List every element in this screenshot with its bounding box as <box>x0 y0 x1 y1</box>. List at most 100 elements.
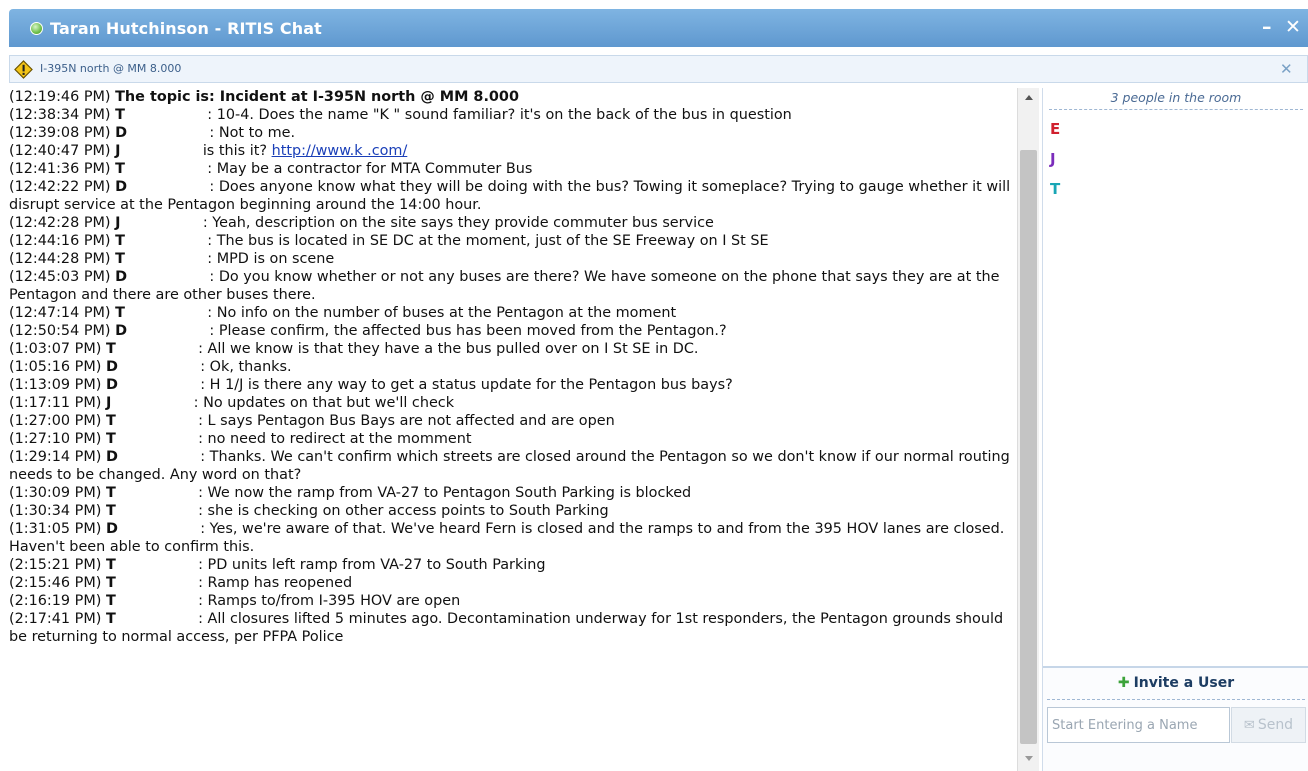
message-sender[interactable]: D <box>115 323 127 339</box>
message-timestamp: (12:44:16 PM) <box>9 233 111 249</box>
send-label: Send <box>1257 717 1294 733</box>
chat-message: (1:17:11 PM) J : No updates on that but … <box>9 394 1017 412</box>
chat-message: (12:40:47 PM) J is this it? http://www.k… <box>9 142 1017 160</box>
chat-message: (2:16:19 PM) T : Ramps to/from I-395 HOV… <box>9 592 1017 610</box>
invite-panel: ✚Invite a User ✉Send <box>1043 666 1308 771</box>
message-text: : Yeah, description on the site says the… <box>202 215 714 231</box>
chat-scrollbar[interactable] <box>1017 88 1039 771</box>
message-timestamp: (1:30:09 PM) <box>9 485 102 501</box>
chat-message: (2:15:46 PM) T : Ramp has reopened <box>9 574 1017 592</box>
message-text: : MPD is on scene <box>207 251 335 267</box>
scroll-down-arrow-icon[interactable] <box>1025 756 1033 761</box>
invite-label: Invite a User <box>1133 675 1235 691</box>
message-text: : Thanks. We can't confirm which streets… <box>9 449 1010 483</box>
room-user[interactable]: J <box>1050 150 1056 168</box>
message-text: : May be a contractor for MTA Commuter B… <box>207 161 533 177</box>
chat-message: (1:30:34 PM) T : she is checking on othe… <box>9 502 1017 520</box>
chat-message: (12:45:03 PM) D : Do you know whether or… <box>9 268 1017 304</box>
message-sender[interactable]: D <box>115 125 127 141</box>
chat-message: (12:42:28 PM) J : Yeah, description on t… <box>9 214 1017 232</box>
message-timestamp: (12:50:54 PM) <box>9 323 111 339</box>
close-topic-button[interactable]: ✕ <box>1280 60 1293 78</box>
chat-message: (1:31:05 PM) D : Yes, we're aware of tha… <box>9 520 1017 556</box>
message-sender[interactable]: T <box>115 161 125 177</box>
message-timestamp: (12:42:28 PM) <box>9 215 111 231</box>
invite-name-input[interactable] <box>1047 707 1230 743</box>
room-user[interactable]: T <box>1050 180 1060 198</box>
message-sender[interactable]: D <box>106 449 118 465</box>
chat-message: (12:41:36 PM) T : May be a contractor fo… <box>9 160 1017 178</box>
message-sender[interactable]: D <box>115 269 127 285</box>
divider <box>1049 109 1303 110</box>
message-timestamp: (12:38:34 PM) <box>9 107 111 123</box>
close-window-button[interactable]: ✕ <box>1285 16 1301 38</box>
chat-message: (12:19:46 PM) The topic is: Incident at … <box>9 88 1017 106</box>
message-text: : No updates on that but we'll check <box>193 395 455 411</box>
scroll-up-arrow-icon[interactable] <box>1025 95 1033 100</box>
chat-message: (12:47:14 PM) T : No info on the number … <box>9 304 1017 322</box>
message-text: : Ok, thanks. <box>200 359 292 375</box>
message-text: : Yes, we're aware of that. We've heard … <box>9 521 1005 555</box>
message-sender[interactable]: D <box>106 377 118 393</box>
message-timestamp: (1:27:10 PM) <box>9 431 102 447</box>
window-title: Taran Hutchinson - RITIS Chat <box>50 19 322 38</box>
scroll-thumb[interactable] <box>1020 150 1037 744</box>
message-text: : no need to redirect at the momment <box>198 431 472 447</box>
chat-message: (1:27:10 PM) T : no need to redirect at … <box>9 430 1017 448</box>
chat-message: (1:30:09 PM) T : We now the ramp from VA… <box>9 484 1017 502</box>
message-sender[interactable]: J <box>115 143 120 159</box>
plus-icon: ✚ <box>1117 675 1130 691</box>
message-sender[interactable]: D <box>106 359 118 375</box>
room-count: 3 people in the room <box>1110 90 1242 105</box>
message-sender[interactable]: T <box>106 611 116 627</box>
message-sender[interactable]: J <box>115 215 120 231</box>
message-timestamp: (1:31:05 PM) <box>9 521 102 537</box>
message-text: : Do you know whether or not any buses a… <box>9 269 1000 303</box>
message-text: : L says Pentagon Bus Bays are not affec… <box>198 413 615 429</box>
message-sender[interactable]: T <box>106 485 116 501</box>
message-timestamp: (2:17:41 PM) <box>9 611 102 627</box>
message-sender[interactable]: T <box>106 593 116 609</box>
message-text: : 10-4. Does the name "K " sound familia… <box>207 107 792 123</box>
minimize-button[interactable]: – <box>1262 16 1272 38</box>
message-sender[interactable]: J <box>106 395 111 411</box>
message-link[interactable]: http://www.k .com/ <box>272 143 408 159</box>
message-sender[interactable]: D <box>115 179 127 195</box>
message-sender[interactable]: T <box>106 503 116 519</box>
message-timestamp: (12:41:36 PM) <box>9 161 111 177</box>
message-sender[interactable]: T <box>106 413 116 429</box>
invite-user-button[interactable]: ✚ Invite a User <box>1043 675 1308 691</box>
message-sender[interactable]: T <box>106 341 116 357</box>
message-timestamp: (12:39:08 PM) <box>9 125 111 141</box>
message-sender[interactable]: T <box>106 431 116 447</box>
message-sender[interactable]: T <box>115 107 125 123</box>
message-text: is this it? <box>202 143 267 159</box>
topic-announcement: The topic is: Incident at I-395N north @… <box>115 89 519 105</box>
message-sender[interactable]: T <box>115 305 125 321</box>
message-timestamp: (2:15:46 PM) <box>9 575 102 591</box>
message-sender[interactable]: T <box>106 575 116 591</box>
message-timestamp: (12:47:14 PM) <box>9 305 111 321</box>
envelope-icon: ✉ <box>1243 718 1255 733</box>
window-titlebar: Taran Hutchinson - RITIS Chat – ✕ <box>9 9 1308 47</box>
room-user[interactable]: E <box>1050 120 1060 138</box>
status-online-icon <box>30 22 43 35</box>
message-text: : We now the ramp from VA-27 to Pentagon… <box>198 485 692 501</box>
chat-message: (2:17:41 PM) T : All closures lifted 5 m… <box>9 610 1017 646</box>
warning-icon <box>14 60 33 79</box>
message-text: : PD units left ramp from VA-27 to South… <box>198 557 546 573</box>
message-timestamp: (12:44:28 PM) <box>9 251 111 267</box>
message-timestamp: (1:29:14 PM) <box>9 449 102 465</box>
chat-message: (12:39:08 PM) D : Not to me. <box>9 124 1017 142</box>
message-timestamp: (1:03:07 PM) <box>9 341 102 357</box>
send-invite-button[interactable]: ✉ Send <box>1231 707 1306 743</box>
message-sender[interactable]: T <box>115 233 125 249</box>
chat-message: (2:15:21 PM) T : PD units left ramp from… <box>9 556 1017 574</box>
message-text: : All we know is that they have a the bu… <box>198 341 699 357</box>
chat-message: (1:27:00 PM) T : L says Pentagon Bus Bay… <box>9 412 1017 430</box>
message-text: : Not to me. <box>209 125 296 141</box>
message-text: : Please confirm, the affected bus has b… <box>209 323 727 339</box>
message-sender[interactable]: D <box>106 521 118 537</box>
message-sender[interactable]: T <box>106 557 116 573</box>
message-sender[interactable]: T <box>115 251 125 267</box>
